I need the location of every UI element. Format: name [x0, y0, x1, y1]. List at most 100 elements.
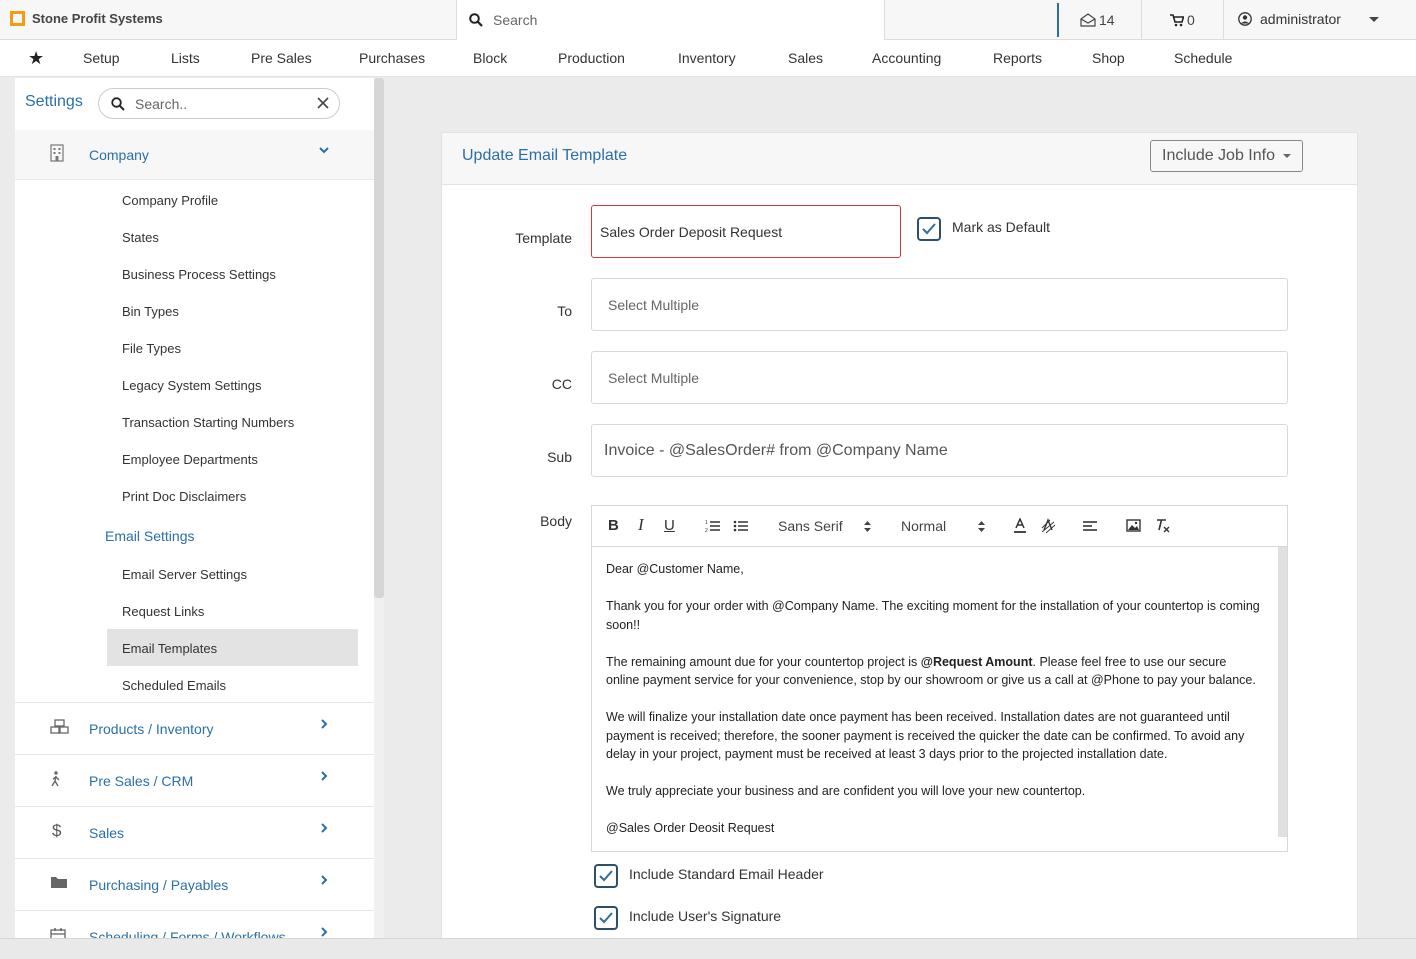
user-icon: [1238, 12, 1252, 26]
menu-inventory[interactable]: Inventory: [678, 50, 736, 66]
sidebar-item-label: Scheduling / Forms / Workflows: [89, 929, 286, 938]
chevron-right-icon: [321, 823, 328, 833]
dollar-icon: $: [52, 821, 62, 840]
search-icon: [469, 13, 483, 27]
sidebar-subitem-states[interactable]: States: [122, 230, 159, 245]
template-name-value: Sales Order Deposit Request: [600, 223, 783, 240]
sidebar-subitem-employee-departments[interactable]: Employee Departments: [122, 452, 258, 467]
sidebar-search-input[interactable]: Search..: [98, 88, 340, 119]
menu-shop[interactable]: Shop: [1092, 50, 1125, 66]
sidebar-subitem-transaction-numbers[interactable]: Transaction Starting Numbers: [122, 415, 294, 430]
menu-lists[interactable]: Lists: [171, 50, 200, 66]
sidebar-subitem-request-links[interactable]: Request Links: [122, 604, 204, 619]
bullet-list-icon[interactable]: [733, 519, 749, 533]
top-bar: Stone Profit Systems Search 14 0 adminis…: [0, 0, 1416, 40]
include-signature-label: Include User's Signature: [629, 908, 782, 924]
sidebar-item-company[interactable]: Company: [15, 130, 374, 180]
ordered-list-icon[interactable]: 12: [705, 519, 721, 533]
mark-default-checkbox[interactable]: [917, 217, 941, 241]
horizontal-scrollbar[interactable]: [0, 938, 1416, 959]
include-signature-checkbox[interactable]: [594, 906, 618, 930]
menu-block[interactable]: Block: [473, 50, 507, 66]
checkmark-icon: [922, 223, 936, 235]
cart-button[interactable]: 0: [1170, 12, 1195, 28]
button-label: Include Job Info: [1162, 147, 1275, 164]
star-icon[interactable]: ★: [28, 48, 44, 69]
background-color-icon[interactable]: [1040, 518, 1056, 534]
messages-button[interactable]: 14: [1080, 12, 1115, 28]
editor-scrollbar[interactable]: [1278, 547, 1287, 837]
sidebar-item-pre-sales-crm[interactable]: Pre Sales / CRM: [15, 754, 374, 806]
template-name-input[interactable]: Sales Order Deposit Request: [591, 205, 901, 258]
chevron-right-icon: [321, 771, 328, 781]
user-menu[interactable]: administrator: [1238, 11, 1379, 27]
menu-accounting[interactable]: Accounting: [872, 50, 941, 66]
sidebar-subitem-file-types[interactable]: File Types: [122, 341, 181, 356]
body-paragraph: Dear @Customer Name,: [606, 562, 744, 576]
sidebar-subitem-email-templates[interactable]: Email Templates: [122, 641, 217, 656]
sidebar-item-products-inventory[interactable]: Products / Inventory: [15, 702, 374, 754]
sidebar-scrollbar[interactable]: [374, 78, 384, 938]
sidebar-subitem-bin-types[interactable]: Bin Types: [122, 304, 179, 319]
sidebar-item-label: Purchasing / Payables: [89, 877, 229, 893]
cc-select[interactable]: Select Multiple: [591, 351, 1288, 404]
sidebar-subitem-business-process[interactable]: Business Process Settings: [122, 267, 276, 282]
menu-schedule[interactable]: Schedule: [1174, 50, 1232, 66]
font-family-select[interactable]: Sans Serif: [778, 518, 843, 534]
editor-body[interactable]: Dear @Customer Name, Thank you for your …: [592, 547, 1277, 851]
sidebar-subitem-scheduled-emails[interactable]: Scheduled Emails: [122, 678, 226, 693]
sidebar-subitem-print-doc-disclaimers[interactable]: Print Doc Disclaimers: [122, 489, 246, 504]
bold-icon[interactable]: B: [608, 517, 619, 534]
card-title: Update Email Template: [462, 147, 628, 164]
image-icon[interactable]: [1126, 519, 1141, 532]
sub-label: Sub: [547, 449, 572, 465]
to-select[interactable]: Select Multiple: [591, 278, 1288, 331]
sidebar-group-email-settings[interactable]: Email Settings: [105, 528, 194, 544]
to-label: To: [557, 303, 572, 319]
select-arrows-icon: [864, 521, 871, 532]
clear-format-icon[interactable]: [1154, 518, 1170, 533]
envelope-icon: [1080, 13, 1096, 27]
sidebar-item-label: Products / Inventory: [89, 721, 214, 737]
editor-toolbar: B I U 12 Sans Serif Normal: [592, 506, 1287, 547]
caret-down-icon: [1368, 16, 1379, 22]
text-color-icon[interactable]: [1013, 518, 1027, 534]
chevron-right-icon: [321, 719, 328, 729]
divider: [1223, 0, 1224, 40]
sidebar-item-purchasing-payables[interactable]: Purchasing / Payables: [15, 858, 374, 910]
sidebar-item-label: Company: [89, 147, 149, 163]
menu-setup[interactable]: Setup: [83, 50, 120, 66]
menu-pre-sales[interactable]: Pre Sales: [251, 50, 312, 66]
menu-production[interactable]: Production: [558, 50, 625, 66]
body-paragraph: Thank you for your order with @Company N…: [606, 599, 1260, 632]
app-name: Stone Profit Systems: [32, 11, 163, 26]
app-logo[interactable]: Stone Profit Systems: [10, 11, 163, 26]
underline-icon[interactable]: U: [664, 517, 675, 534]
font-size-select[interactable]: Normal: [901, 518, 946, 534]
menu-reports[interactable]: Reports: [993, 50, 1042, 66]
subject-input[interactable]: Invoice - @SalesOrder# from @Company Nam…: [591, 424, 1288, 477]
sidebar-item-scheduling-forms-workflows[interactable]: Scheduling / Forms / Workflows: [15, 910, 374, 938]
sidebar-title: Settings: [25, 93, 83, 110]
global-search-input[interactable]: Search: [456, 0, 885, 40]
include-job-info-dropdown[interactable]: Include Job Info: [1150, 140, 1303, 172]
menu-purchases[interactable]: Purchases: [359, 50, 425, 66]
sidebar-subitem-company-profile[interactable]: Company Profile: [122, 193, 218, 208]
rich-text-editor: B I U 12 Sans Serif Normal Dear @Custome…: [591, 505, 1288, 852]
scrollbar-thumb[interactable]: [374, 78, 384, 598]
email-template-card: Update Email Template Include Job Info T…: [441, 132, 1358, 942]
divider: [1141, 0, 1142, 40]
body-paragraph: @Sales Order Deosit Request: [606, 821, 775, 835]
menu-sales[interactable]: Sales: [788, 50, 823, 66]
building-icon: [50, 144, 64, 162]
request-amount-token: @Request Amount: [920, 654, 1033, 669]
clear-icon[interactable]: [315, 95, 331, 111]
body-text: The remaining amount due for your counte…: [606, 654, 921, 669]
sidebar-subitem-email-server[interactable]: Email Server Settings: [122, 567, 247, 582]
sidebar-item-sales[interactable]: $ Sales: [15, 806, 374, 858]
include-header-checkbox[interactable]: [594, 864, 618, 888]
align-icon[interactable]: [1083, 520, 1097, 532]
italic-icon[interactable]: I: [638, 515, 644, 535]
sidebar-subitem-legacy-system[interactable]: Legacy System Settings: [122, 378, 261, 393]
subject-value: Invoice - @SalesOrder# from @Company Nam…: [604, 441, 948, 459]
